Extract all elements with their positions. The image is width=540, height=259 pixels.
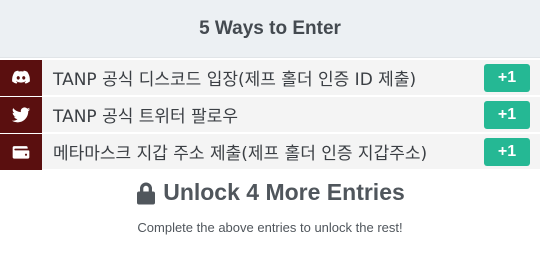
twitter-icon: [0, 96, 42, 133]
widget-title: 5 Ways to Enter: [199, 17, 341, 39]
entry-list: TANP 공식 디스코드 입장(제프 홀더 인증 ID 제출) +1 TANP …: [0, 58, 540, 170]
entry-label: 메타마스크 지갑 주소 제출(제프 홀더 인증 지갑주소): [53, 144, 428, 164]
unlock-subtitle: Complete the above entries to unlock the…: [137, 219, 403, 235]
entry-label: TANP 공식 트위터 팔로우: [53, 107, 238, 127]
unlock-title: Unlock 4 More Entries: [163, 179, 405, 205]
entry-points-button[interactable]: +1: [484, 100, 530, 129]
discord-icon: [0, 59, 42, 96]
widget-header: 5 Ways to Enter: [0, 0, 540, 58]
lock-icon: [135, 181, 157, 205]
entry-label: TANP 공식 디스코드 입장(제프 홀더 인증 ID 제출): [53, 70, 417, 90]
entry-points-button[interactable]: +1: [484, 137, 530, 166]
entry-twitter[interactable]: TANP 공식 트위터 팔로우 +1: [0, 96, 540, 133]
unlock-section: Unlock 4 More Entries Complete the above…: [0, 179, 540, 235]
entry-points-button[interactable]: +1: [484, 63, 530, 92]
entry-wallet[interactable]: 메타마스크 지갑 주소 제출(제프 홀더 인증 지갑주소) +1: [0, 133, 540, 170]
unlock-heading: Unlock 4 More Entries: [135, 179, 405, 206]
giveaway-widget: 5 Ways to Enter TANP 공식 디스코드 입장(제프 홀더 인증…: [0, 0, 540, 259]
entry-discord[interactable]: TANP 공식 디스코드 입장(제프 홀더 인증 ID 제출) +1: [0, 59, 540, 96]
wallet-icon: [0, 133, 42, 170]
